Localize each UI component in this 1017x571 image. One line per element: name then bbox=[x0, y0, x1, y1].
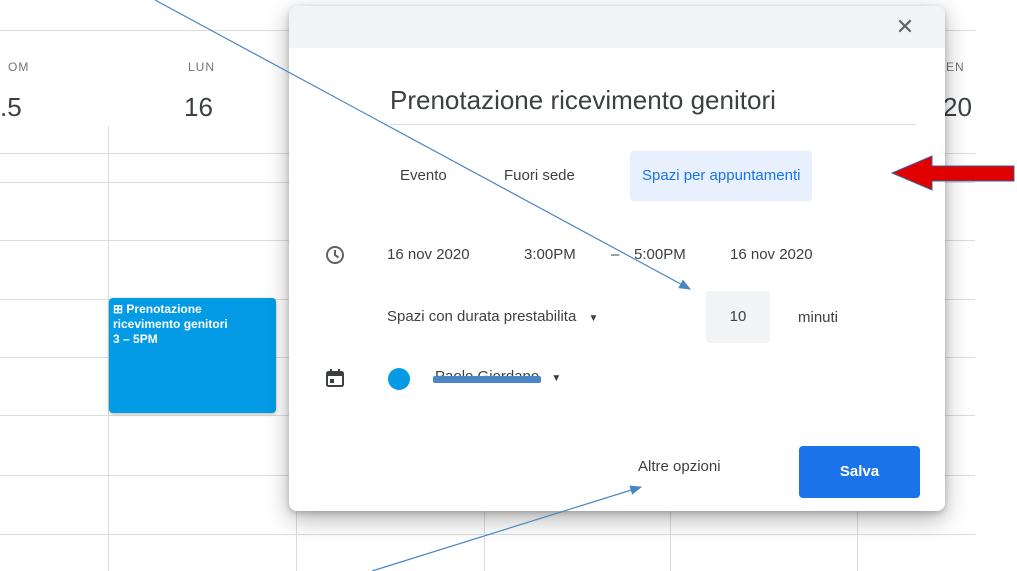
slot-duration-dropdown[interactable]: Spazi con durata prestabilita ▼ bbox=[387, 308, 598, 325]
calendar-color-dot bbox=[388, 368, 410, 390]
start-time[interactable]: 3:00PM bbox=[524, 246, 576, 263]
dropdown-arrow-icon: ▼ bbox=[551, 373, 562, 384]
calendar-event[interactable]: ⊞ Prenotazione ricevimento genitori 3 – … bbox=[109, 298, 276, 413]
calendar-owner-dropdown[interactable]: Paolo Giordano ▼ bbox=[433, 368, 562, 385]
dialog-header bbox=[289, 6, 945, 48]
grid-line bbox=[670, 510, 671, 571]
grid-line bbox=[0, 534, 975, 535]
redaction-bar bbox=[433, 376, 542, 383]
time-dash: – bbox=[611, 246, 620, 263]
day-name: EN bbox=[946, 60, 965, 74]
day-number[interactable]: .5 bbox=[0, 92, 22, 123]
event-title-line2: ricevimento genitori bbox=[113, 317, 228, 331]
tab-spazi-per-appuntamenti[interactable]: Spazi per appuntamenti bbox=[630, 151, 813, 201]
dropdown-arrow-icon: ▼ bbox=[588, 313, 599, 324]
tab-fuori-sede[interactable]: Fuori sede bbox=[504, 151, 575, 201]
grid-line bbox=[857, 510, 858, 571]
day-name: LUN bbox=[188, 60, 216, 74]
event-title-line1: ⊞ Prenotazione bbox=[113, 302, 202, 316]
day-name: OM bbox=[8, 60, 30, 74]
end-date[interactable]: 16 nov 2020 bbox=[730, 246, 813, 263]
start-date[interactable]: 16 nov 2020 bbox=[387, 246, 470, 263]
close-icon[interactable]: ✕ bbox=[892, 14, 918, 40]
slot-duration-input[interactable]: 10 bbox=[706, 291, 770, 343]
day-number[interactable]: 16 bbox=[184, 92, 213, 123]
slot-duration-label: Spazi con durata prestabilita bbox=[387, 308, 577, 325]
save-button[interactable]: Salva bbox=[799, 446, 920, 498]
calendar-icon bbox=[326, 369, 344, 387]
event-time: 3 – 5PM bbox=[113, 332, 158, 346]
event-quick-create-dialog: ✕ Prenotazione ricevimento genitori Even… bbox=[289, 6, 945, 511]
slot-unit: minuti bbox=[798, 309, 839, 326]
tab-evento[interactable]: Evento bbox=[400, 151, 447, 201]
end-time[interactable]: 5:00PM bbox=[634, 246, 686, 263]
grid-line bbox=[484, 510, 485, 571]
clock-icon bbox=[325, 245, 345, 265]
day-number[interactable]: 20 bbox=[943, 92, 972, 123]
calendar-owner-name-wrap: Paolo Giordano bbox=[433, 368, 542, 385]
event-title-input[interactable]: Prenotazione ricevimento genitori bbox=[390, 85, 916, 125]
more-options-button[interactable]: Altre opzioni bbox=[638, 458, 721, 475]
